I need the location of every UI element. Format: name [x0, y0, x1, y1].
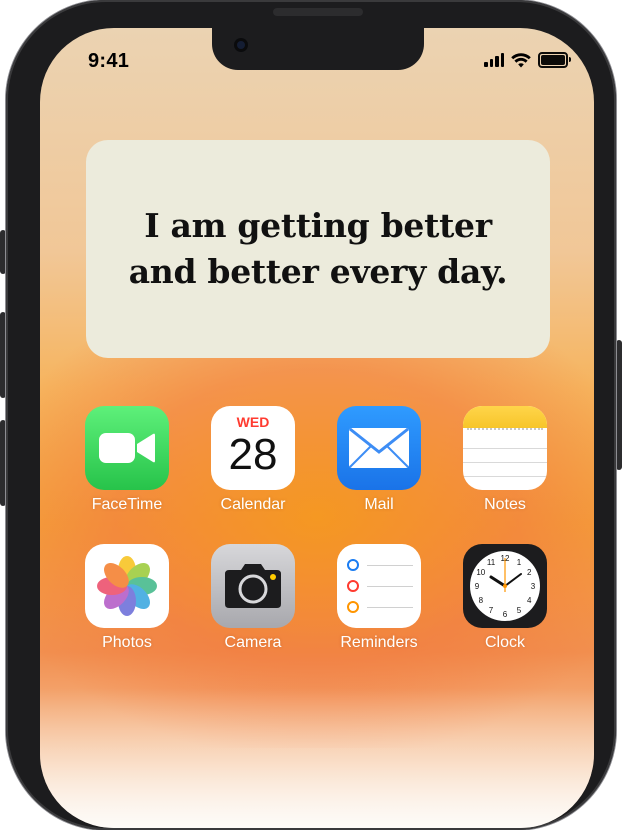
clock-numeral: 6: [503, 610, 508, 619]
calendar-date: 28: [228, 430, 278, 479]
app-facetime[interactable]: FaceTime: [82, 406, 172, 514]
app-photos[interactable]: Photos: [82, 544, 172, 652]
app-mail[interactable]: Mail: [334, 406, 424, 514]
photos-icon: [85, 544, 169, 628]
app-reminders[interactable]: Reminders: [334, 544, 424, 652]
notes-icon: [463, 406, 547, 490]
clock-numeral: 9: [475, 582, 480, 591]
battery-icon: [538, 52, 571, 68]
clock-numeral: 7: [489, 606, 494, 615]
wifi-icon: [511, 52, 531, 67]
status-icons: [484, 52, 571, 68]
mail-icon: [337, 406, 421, 490]
app-calendar[interactable]: WED 28 Calendar: [208, 406, 298, 514]
app-notes[interactable]: Notes: [460, 406, 550, 514]
status-time: 9:41: [88, 50, 130, 72]
clock-numeral: 2: [527, 568, 532, 577]
clock-numeral: 11: [487, 558, 496, 567]
app-camera[interactable]: Camera: [208, 544, 298, 652]
app-clock[interactable]: 121234567891011 Clock: [460, 544, 550, 652]
calendar-icon: WED 28: [211, 406, 295, 490]
front-camera: [234, 38, 248, 52]
clock-numeral: 4: [527, 596, 532, 605]
notch: [212, 28, 424, 70]
camera-icon: [211, 544, 295, 628]
clock-numeral: 8: [479, 596, 484, 605]
clock-icon: 121234567891011: [463, 544, 547, 628]
facetime-icon: [85, 406, 169, 490]
cellular-signal-icon: [484, 53, 504, 67]
affirmation-widget[interactable]: I am getting better and better every day…: [86, 140, 550, 358]
affirmation-text: I am getting better and better every day…: [128, 206, 508, 291]
reminders-icon: [337, 544, 421, 628]
home-screen: 9:41 I am getting better and better ever…: [40, 28, 594, 828]
earpiece-grille: [273, 8, 363, 16]
clock-numeral: 1: [517, 558, 522, 567]
phone-frame: 9:41 I am getting better and better ever…: [6, 0, 616, 830]
clock-numeral: 5: [517, 606, 522, 615]
clock-numeral: 3: [531, 582, 536, 591]
power-button[interactable]: [616, 340, 622, 470]
clock-numeral: 10: [476, 568, 485, 577]
calendar-day: WED: [236, 414, 270, 430]
